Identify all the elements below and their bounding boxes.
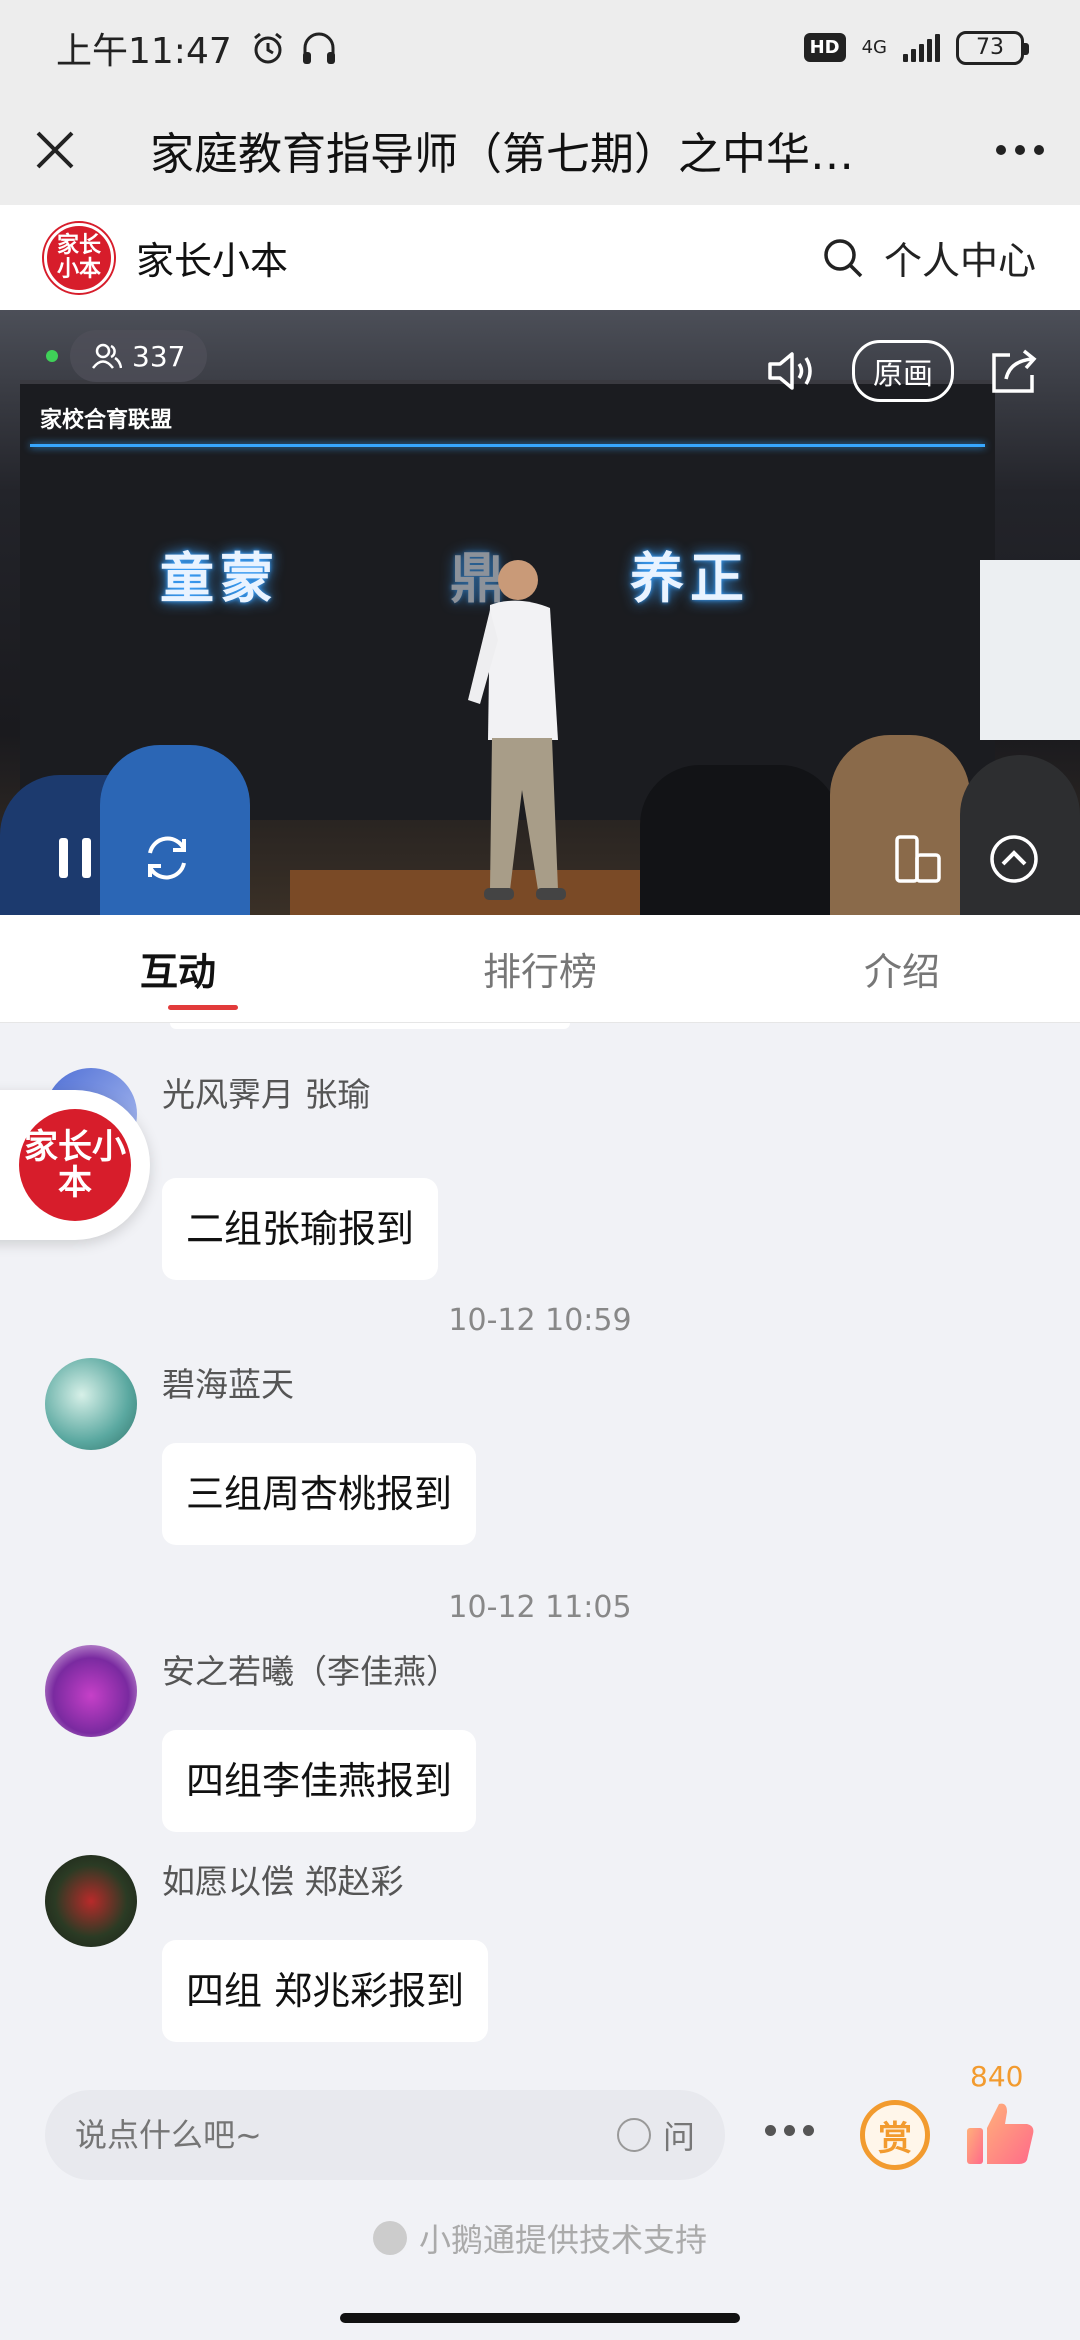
search-icon[interactable] xyxy=(822,237,864,279)
video-player[interactable]: 家校合育联盟 童蒙 鼎 养正 337 原画 xyxy=(0,310,1080,915)
whiteboard xyxy=(980,560,1080,740)
chat-nickname: 碧海蓝天 xyxy=(162,1365,294,1404)
chat-nickname: 安之若曦（李佳燕） xyxy=(162,1652,459,1691)
more-dot xyxy=(996,145,1006,155)
brand-name[interactable]: 家长小本 xyxy=(136,230,288,285)
chat-bubble: 四组 郑兆彩报到 xyxy=(162,1940,489,2042)
reward-button[interactable]: 赏 xyxy=(860,2100,930,2170)
more-actions-button[interactable] xyxy=(765,2125,814,2136)
tab-intro[interactable]: 介绍 xyxy=(673,915,1080,1022)
user-center-link[interactable]: 个人中心 xyxy=(884,230,1036,285)
share-icon[interactable] xyxy=(988,347,1040,395)
audience-right xyxy=(640,765,840,915)
ask-toggle[interactable]: 问 xyxy=(616,2112,695,2158)
chat-list[interactable]: 光风霁月 张瑜 二组张瑜报到 10-12 10:59 碧海蓝天 三组周杏桃报到 … xyxy=(0,1023,1080,2060)
presenter-figure xyxy=(468,560,566,900)
more-dot xyxy=(1015,145,1025,155)
pause-icon[interactable] xyxy=(55,834,95,882)
more-options-button[interactable] xyxy=(960,95,1080,205)
ask-checkbox-icon xyxy=(616,2118,651,2152)
viewers-icon xyxy=(92,343,122,369)
title-bar: 家庭教育指导师（第七期）之中华… xyxy=(0,95,1080,205)
more-dot xyxy=(1034,145,1044,155)
avatar[interactable] xyxy=(45,1855,137,1947)
page-title: 家庭教育指导师（第七期）之中华… xyxy=(150,129,854,180)
screen-brand-text: 家校合育联盟 xyxy=(40,407,173,433)
xiaoetong-logo-icon xyxy=(372,2221,407,2255)
chat-nickname: 光风霁月 张瑜 xyxy=(162,1075,371,1114)
ask-label: 问 xyxy=(662,2118,695,2156)
more-dot xyxy=(765,2125,776,2136)
quality-button[interactable]: 原画 xyxy=(852,340,954,402)
avatar[interactable] xyxy=(45,1645,137,1737)
audience-left-2 xyxy=(100,745,250,915)
like-count: 840 xyxy=(970,2060,1024,2093)
viewer-count-pill: 337 xyxy=(70,330,208,382)
rotate-screen-icon[interactable] xyxy=(893,833,943,885)
chat-timestamp: 10-12 11:05 xyxy=(448,1590,632,1625)
brand-bar: 家长小本 家长小本 个人中心 xyxy=(0,205,1080,310)
bottom-bar: 问 赏 840 小鹅通提供技术支持 xyxy=(0,2060,1080,2340)
chat-nickname: 如愿以偿 郑赵彩 xyxy=(162,1862,404,1901)
screen-text-right: 养正 xyxy=(630,546,750,610)
status-bar: 上午11:47 HD 4G 73 xyxy=(0,0,1080,95)
brand-logo[interactable]: 家长小本 xyxy=(44,222,114,293)
status-time: 上午11:47 xyxy=(56,30,232,72)
screen-text-left: 童蒙 xyxy=(160,546,280,610)
chat-bubble: 四组李佳燕报到 xyxy=(162,1730,477,1832)
network-type: 4G xyxy=(861,36,887,58)
tech-support-text: 小鹅通提供技术支持 xyxy=(418,2221,707,2259)
battery-indicator: 73 xyxy=(956,30,1029,65)
signal-icon xyxy=(903,33,940,62)
more-dot xyxy=(784,2125,795,2136)
thumbs-up-icon[interactable] xyxy=(965,2098,1037,2168)
chat-bubble: 三组周杏桃报到 xyxy=(162,1443,477,1545)
floating-brand-logo: 家长小本 xyxy=(19,1109,131,1221)
alarm-icon xyxy=(253,32,282,63)
screen-divider xyxy=(30,444,985,447)
more-dot xyxy=(803,2125,814,2136)
live-dot xyxy=(46,350,58,362)
chat-bubble: 二组张瑜报到 xyxy=(162,1178,439,1280)
hd-badge: HD xyxy=(803,33,846,62)
viewer-count: 337 xyxy=(132,339,186,373)
previous-bubble-edge xyxy=(170,1023,570,1029)
home-indicator[interactable] xyxy=(340,2313,740,2323)
close-icon xyxy=(36,131,74,169)
floating-brand-button[interactable]: 家长小本 xyxy=(0,1090,150,1240)
headphones-icon xyxy=(302,32,335,64)
collapse-icon[interactable] xyxy=(988,833,1040,885)
audience-right-2 xyxy=(830,735,970,915)
chat-timestamp: 10-12 10:59 xyxy=(448,1303,632,1338)
tab-bar: 互动 排行榜 介绍 xyxy=(0,915,1080,1023)
tech-support-footer: 小鹅通提供技术支持 xyxy=(0,2215,1080,2261)
tab-leaderboard[interactable]: 排行榜 xyxy=(407,915,674,1022)
volume-icon[interactable] xyxy=(766,349,818,393)
comment-input-box[interactable]: 问 xyxy=(45,2090,725,2180)
comment-input[interactable] xyxy=(75,2116,617,2154)
close-button[interactable] xyxy=(0,95,110,205)
avatar[interactable] xyxy=(45,1358,137,1450)
refresh-icon[interactable] xyxy=(140,831,194,885)
tab-interaction[interactable]: 互动 xyxy=(0,915,407,1022)
